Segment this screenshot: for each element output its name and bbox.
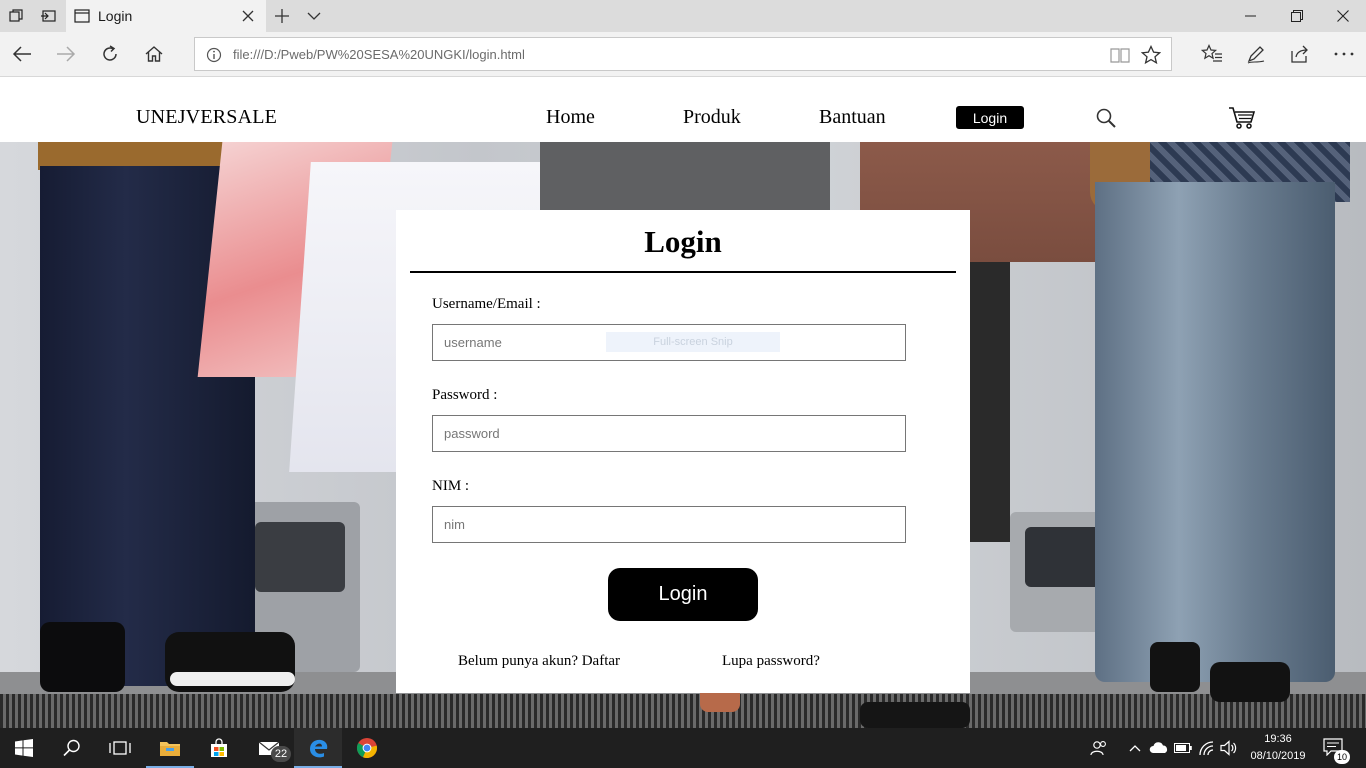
edge-browser-icon[interactable] — [294, 728, 342, 768]
login-card: Login Username/Email : Full-screen Snip … — [396, 210, 970, 693]
favorite-star-icon[interactable] — [1138, 42, 1164, 68]
clock-time: 19:36 — [1264, 733, 1292, 745]
title-divider — [410, 271, 956, 273]
clock-date: 08/10/2019 — [1250, 750, 1306, 762]
register-link[interactable]: Belum punya akun? Daftar — [458, 653, 620, 670]
close-window-icon[interactable] — [1320, 0, 1366, 32]
system-clock[interactable]: 19:36 08/10/2019 — [1248, 731, 1308, 765]
browser-tab-strip: Login — [0, 0, 1366, 32]
cart-icon[interactable] — [1228, 104, 1256, 132]
nav-home[interactable]: Home — [546, 106, 595, 129]
chrome-icon[interactable] — [343, 728, 391, 768]
address-field[interactable]: file:///D:/Pweb/PW%20SESA%20UNGKI/login.… — [194, 37, 1172, 71]
minimize-icon[interactable] — [1228, 0, 1274, 32]
search-icon[interactable] — [1092, 104, 1120, 132]
file-explorer-icon[interactable] — [146, 728, 194, 768]
page-tab-icon — [74, 9, 90, 28]
tab-preview-chevron-icon[interactable] — [298, 0, 330, 32]
back-icon[interactable] — [0, 36, 44, 72]
tab-manager-icon[interactable] — [0, 0, 32, 32]
password-input[interactable] — [432, 415, 906, 452]
more-options-icon[interactable] — [1322, 36, 1366, 72]
username-label: Username/Email : — [432, 296, 541, 312]
battery-icon[interactable] — [1172, 738, 1194, 758]
site-header: UNEJVERSALE Home Produk Bantuan Login — [0, 78, 1366, 142]
store-icon[interactable] — [195, 728, 243, 768]
share-icon[interactable] — [1278, 36, 1322, 72]
url-text: file:///D:/Pweb/PW%20SESA%20UNGKI/login.… — [233, 47, 525, 62]
home-icon[interactable] — [132, 36, 176, 72]
mail-unread-badge: 22 — [271, 746, 291, 762]
refresh-icon[interactable] — [88, 36, 132, 72]
favorites-hub-icon[interactable] — [1190, 36, 1234, 72]
windows-start-icon[interactable] — [0, 728, 48, 768]
onedrive-cloud-icon[interactable] — [1148, 738, 1170, 758]
set-aside-tabs-icon[interactable] — [32, 0, 64, 32]
notification-count-badge: 10 — [1334, 750, 1350, 764]
login-submit-button[interactable]: Login — [608, 568, 758, 621]
browser-toolbar: file:///D:/Pweb/PW%20SESA%20UNGKI/login.… — [0, 32, 1366, 77]
snip-overlay: Full-screen Snip — [606, 332, 780, 352]
tab-title: Login — [98, 8, 133, 24]
site-logo[interactable]: UNEJVERSALE — [136, 106, 277, 129]
reading-view-icon[interactable] — [1107, 42, 1133, 68]
nav-produk[interactable]: Produk — [683, 106, 741, 129]
people-icon[interactable] — [1088, 738, 1110, 758]
password-label: Password : — [432, 387, 498, 403]
show-hidden-icons-chevron-icon[interactable] — [1124, 738, 1146, 758]
forgot-password-link[interactable]: Lupa password? — [722, 653, 820, 670]
search-taskbar-icon[interactable] — [48, 728, 96, 768]
restore-icon[interactable] — [1274, 0, 1320, 32]
taskbar: 22 19:36 08/10/2019 10 — [0, 728, 1366, 768]
new-tab-icon[interactable] — [266, 0, 298, 32]
wifi-icon[interactable] — [1196, 738, 1218, 758]
forward-icon[interactable] — [44, 36, 88, 72]
close-tab-icon[interactable] — [234, 0, 262, 32]
nim-input[interactable] — [432, 506, 906, 543]
site-info-icon[interactable] — [203, 44, 225, 66]
nav-bantuan[interactable]: Bantuan — [819, 106, 886, 129]
nim-label: NIM : — [432, 478, 470, 494]
login-title: Login — [644, 224, 722, 259]
tab-login[interactable]: Login — [66, 0, 266, 32]
volume-icon[interactable] — [1218, 738, 1240, 758]
web-note-pen-icon[interactable] — [1234, 36, 1278, 72]
task-view-icon[interactable] — [96, 728, 144, 768]
nav-login-button[interactable]: Login — [956, 106, 1024, 129]
